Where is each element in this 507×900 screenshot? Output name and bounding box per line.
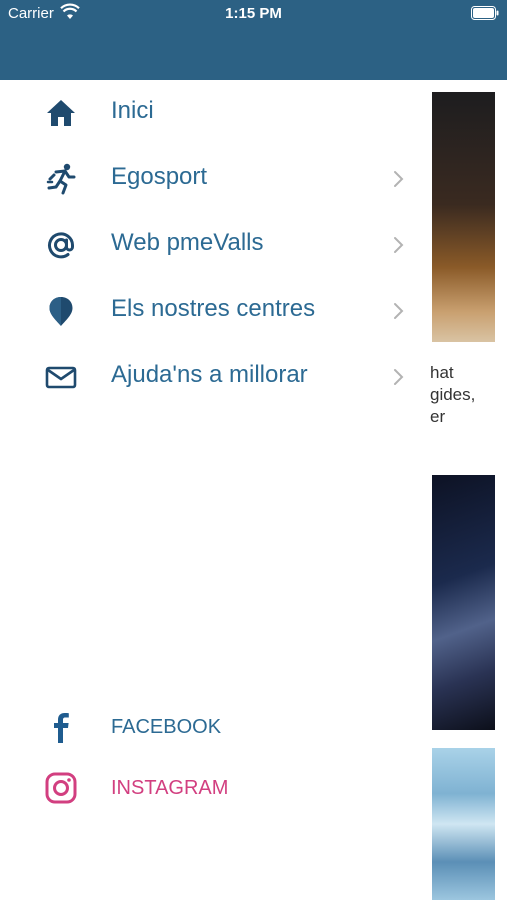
menu-item-label: Ajuda'ns a millorar — [111, 361, 308, 388]
menu-item-label: Els nostres centres — [111, 295, 316, 322]
at-icon — [48, 232, 74, 259]
running-icon — [46, 163, 76, 195]
instagram-label: INSTAGRAM — [111, 777, 229, 799]
facebook-icon — [54, 713, 69, 743]
background-feed: hat gides, er — [420, 80, 507, 900]
instagram-link[interactable]: INSTAGRAM — [0, 763, 420, 813]
app-header: Carrier 1:15 PM — [0, 0, 507, 80]
chevron-right-icon — [394, 237, 404, 253]
facebook-label: FACEBOOK — [111, 716, 222, 738]
chevron-right-icon — [394, 369, 404, 385]
instagram-icon — [45, 772, 77, 804]
menu-item-label: Inici — [111, 97, 154, 124]
menu-item-web-pmevalls[interactable]: Web pmeValls — [0, 212, 420, 278]
envelope-icon — [45, 366, 77, 389]
chevron-right-icon — [394, 171, 404, 187]
clock: 1:15 PM — [225, 5, 282, 22]
menu-item-label: Web pmeValls — [111, 229, 264, 256]
menu-item-els-nostres-centres[interactable]: Els nostres centres — [0, 278, 420, 344]
menu-item-label: Egosport — [111, 163, 208, 190]
battery-icon — [471, 6, 499, 20]
feed-image[interactable] — [432, 475, 495, 730]
menu-item-egosport[interactable]: Egosport — [0, 146, 420, 212]
side-drawer: Inici Egosport Web pmeValls Els nostres … — [0, 80, 420, 900]
menu-item-inici[interactable]: Inici — [0, 80, 420, 146]
feed-image[interactable] — [432, 92, 495, 342]
feed-text-snippet: hat gides, er — [430, 363, 476, 426]
location-pin-icon — [49, 297, 73, 326]
menu-item-ajudans-a-millorar[interactable]: Ajuda'ns a millorar — [0, 344, 420, 410]
home-icon — [47, 100, 75, 126]
chevron-right-icon — [394, 303, 404, 319]
status-bar: Carrier 1:15 PM — [0, 0, 507, 28]
facebook-link[interactable]: FACEBOOK — [0, 702, 420, 752]
feed-image[interactable] — [432, 748, 495, 900]
